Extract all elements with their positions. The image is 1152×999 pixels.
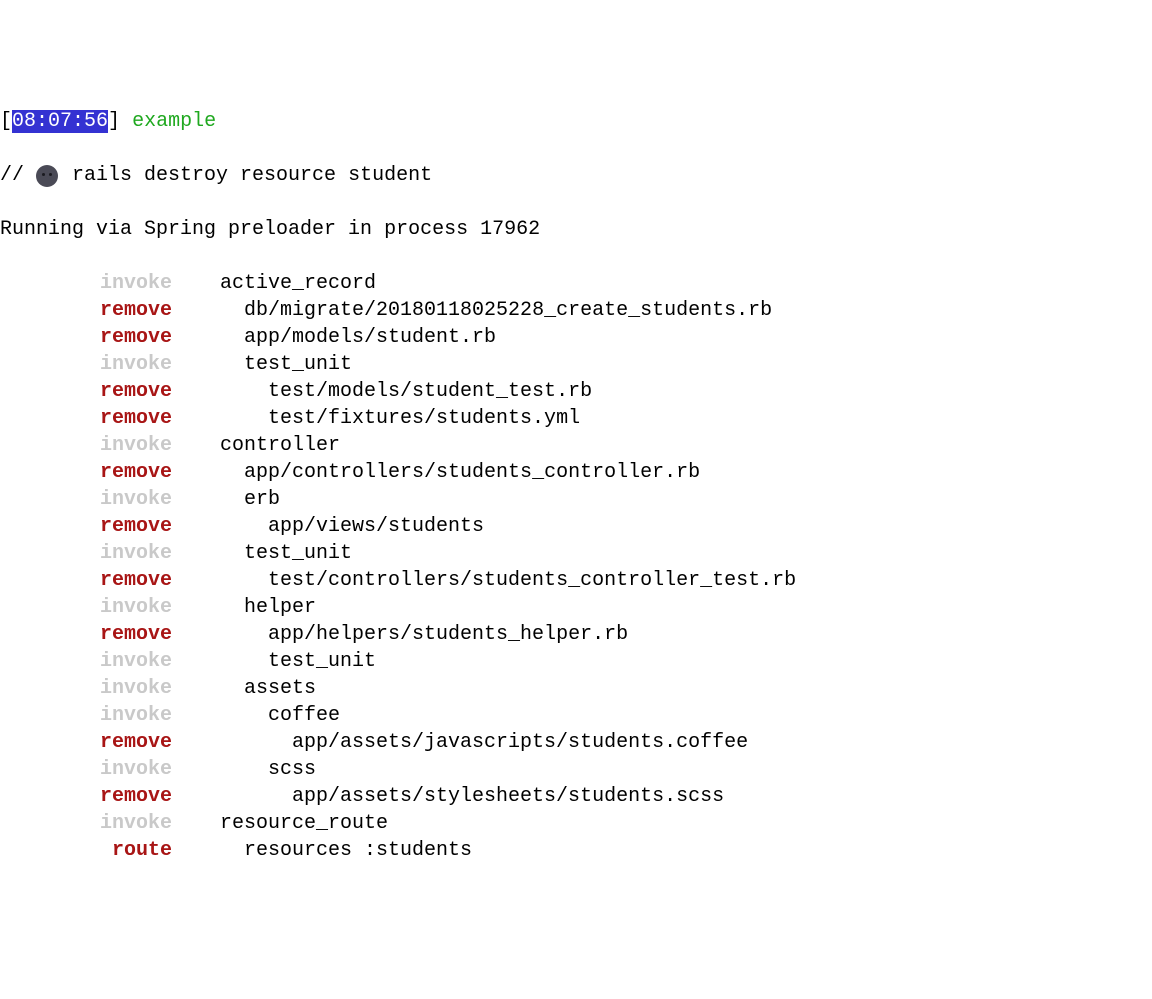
invoke-action: invoke xyxy=(0,486,172,513)
output-line: remove app/views/students xyxy=(0,513,1152,540)
output-line: remove test/controllers/students_control… xyxy=(0,567,1152,594)
output-path: app/controllers/students_controller.rb xyxy=(196,461,700,484)
generator-output: invoke active_recordremove db/migrate/20… xyxy=(0,270,1152,864)
output-path: app/assets/javascripts/students.coffee xyxy=(196,731,748,754)
invoke-action: invoke xyxy=(0,270,172,297)
output-path: test/fixtures/students.yml xyxy=(196,407,580,430)
remove-action: remove xyxy=(0,378,172,405)
remove-action: remove xyxy=(0,567,172,594)
output-path: coffee xyxy=(196,704,340,727)
remove-action: remove xyxy=(0,324,172,351)
output-path: test_unit xyxy=(196,353,352,376)
output-path: assets xyxy=(196,677,316,700)
output-path: db/migrate/20180118025228_create_student… xyxy=(196,299,772,322)
bracket-open: [ xyxy=(0,110,12,133)
output-path: helper xyxy=(196,596,316,619)
output-path: test/models/student_test.rb xyxy=(196,380,592,403)
output-path: app/assets/stylesheets/students.scss xyxy=(196,785,724,808)
output-line: invoke coffee xyxy=(0,702,1152,729)
invoke-action: invoke xyxy=(0,351,172,378)
invoke-action: invoke xyxy=(0,432,172,459)
invoke-action: invoke xyxy=(0,810,172,837)
output-line: invoke active_record xyxy=(0,270,1152,297)
prompt-line: [08:07:56] example xyxy=(0,108,1152,135)
invoke-action: invoke xyxy=(0,675,172,702)
output-line: invoke scss xyxy=(0,756,1152,783)
output-line: invoke erb xyxy=(0,486,1152,513)
output-line: invoke test_unit xyxy=(0,351,1152,378)
invoke-action: invoke xyxy=(0,648,172,675)
output-line: invoke resource_route xyxy=(0,810,1152,837)
remove-action: remove xyxy=(0,459,172,486)
output-line: remove app/models/student.rb xyxy=(0,324,1152,351)
remove-action: remove xyxy=(0,405,172,432)
bracket-close: ] xyxy=(108,110,120,133)
output-path: controller xyxy=(196,434,340,457)
command-line[interactable]: // rails destroy resource student xyxy=(0,162,1152,189)
output-line: remove app/assets/javascripts/students.c… xyxy=(0,729,1152,756)
output-path: test/controllers/students_controller_tes… xyxy=(196,569,796,592)
output-path: app/views/students xyxy=(196,515,484,538)
output-path: scss xyxy=(196,758,316,781)
remove-action: remove xyxy=(0,297,172,324)
output-path: resource_route xyxy=(196,812,388,835)
output-line: route resources :students xyxy=(0,837,1152,864)
output-line: remove db/migrate/20180118025228_create_… xyxy=(0,297,1152,324)
invoke-action: invoke xyxy=(0,756,172,783)
output-line: remove app/helpers/students_helper.rb xyxy=(0,621,1152,648)
route-action: route xyxy=(0,837,172,864)
output-line: invoke test_unit xyxy=(0,648,1152,675)
output-line: invoke controller xyxy=(0,432,1152,459)
output-path: active_record xyxy=(196,272,376,295)
output-path: erb xyxy=(196,488,280,511)
invoke-action: invoke xyxy=(0,540,172,567)
remove-action: remove xyxy=(0,783,172,810)
output-path: test_unit xyxy=(196,650,376,673)
output-path: app/models/student.rb xyxy=(196,326,496,349)
output-path: app/helpers/students_helper.rb xyxy=(196,623,628,646)
invoke-action: invoke xyxy=(0,594,172,621)
moon-face-icon xyxy=(36,165,58,187)
output-path: test_unit xyxy=(196,542,352,565)
output-line: invoke test_unit xyxy=(0,540,1152,567)
output-line: remove test/models/student_test.rb xyxy=(0,378,1152,405)
remove-action: remove xyxy=(0,729,172,756)
invoke-action: invoke xyxy=(0,702,172,729)
prompt-prefix: // xyxy=(0,164,36,187)
output-line: remove app/assets/stylesheets/students.s… xyxy=(0,783,1152,810)
cwd-folder: example xyxy=(132,110,216,133)
remove-action: remove xyxy=(0,513,172,540)
remove-action: remove xyxy=(0,621,172,648)
command-text: rails destroy resource student xyxy=(60,164,432,187)
output-line: invoke helper xyxy=(0,594,1152,621)
output-line: invoke assets xyxy=(0,675,1152,702)
output-path: resources :students xyxy=(196,839,472,862)
output-line: remove app/controllers/students_controll… xyxy=(0,459,1152,486)
running-line: Running via Spring preloader in process … xyxy=(0,216,1152,243)
timestamp: 08:07:56 xyxy=(12,110,108,133)
output-line: remove test/fixtures/students.yml xyxy=(0,405,1152,432)
